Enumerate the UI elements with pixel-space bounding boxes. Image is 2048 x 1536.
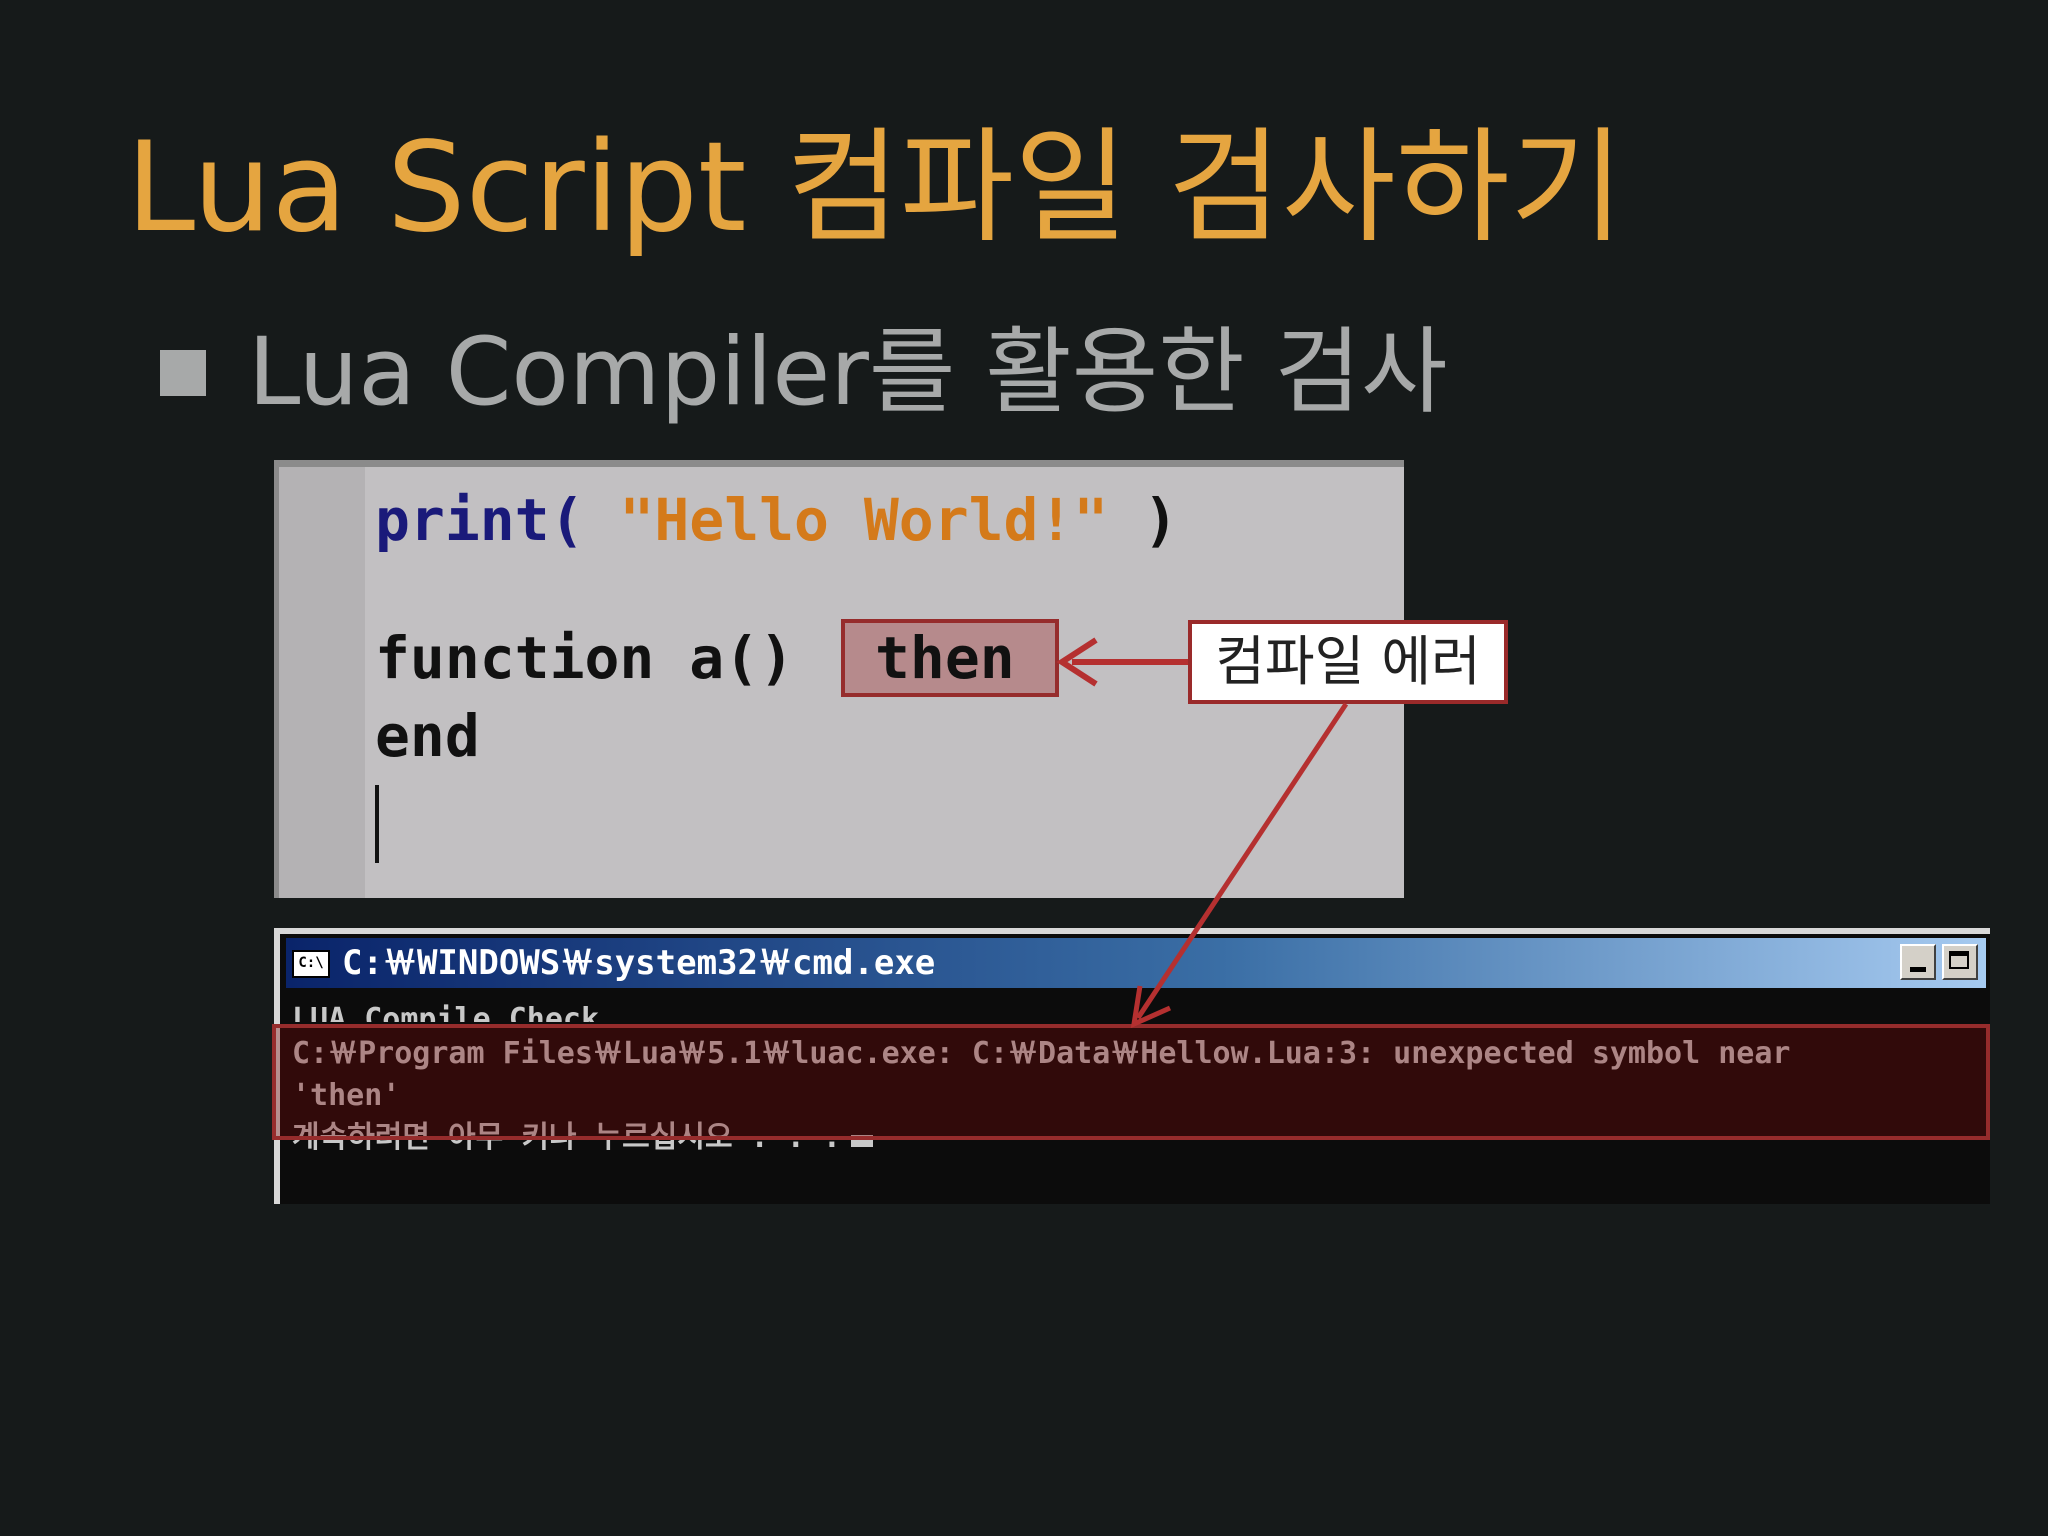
minimize-button[interactable] <box>1900 944 1936 980</box>
code-line-print: print( "Hello World!" ) <box>375 485 1178 555</box>
text-caret <box>375 785 379 863</box>
cmd-window-title: C:￦WINDOWS￦system32￦cmd.exe <box>342 943 936 983</box>
callout-label: 컴파일 에러 <box>1215 630 1481 693</box>
then-keyword: then <box>875 624 1015 692</box>
code-close-paren: ) <box>1108 486 1179 554</box>
code-line-function: function a() <box>375 624 795 692</box>
code-line-end: end <box>375 702 480 770</box>
compile-error-callout: 컴파일 에러 <box>1188 620 1508 704</box>
square-bullet-icon <box>160 350 206 396</box>
minimize-icon <box>1910 967 1926 972</box>
slide: Lua Script 컴파일 검사하기 Lua Compiler를 활용한 검사… <box>0 0 2048 1536</box>
code-string-literal: "Hello World!" <box>584 486 1109 554</box>
editor-gutter <box>279 467 365 898</box>
console-line-header: LUA_Compile Check... <box>292 1002 654 1022</box>
maximize-icon <box>1949 951 1969 969</box>
then-highlight: then <box>841 619 1059 697</box>
error-highlight-box <box>272 1024 1990 1140</box>
code-print-call: print( <box>375 486 585 554</box>
bullet-text: Lua Compiler를 활용한 검사 <box>248 318 1448 427</box>
slide-title: Lua Script 컴파일 검사하기 <box>126 116 1624 260</box>
cmd-titlebar[interactable]: C:\ C:￦WINDOWS￦system32￦cmd.exe <box>286 938 1986 988</box>
bullet-item: Lua Compiler를 활용한 검사 <box>160 318 1448 428</box>
maximize-button[interactable] <box>1942 944 1978 980</box>
cmd-icon: C:\ <box>292 950 330 978</box>
